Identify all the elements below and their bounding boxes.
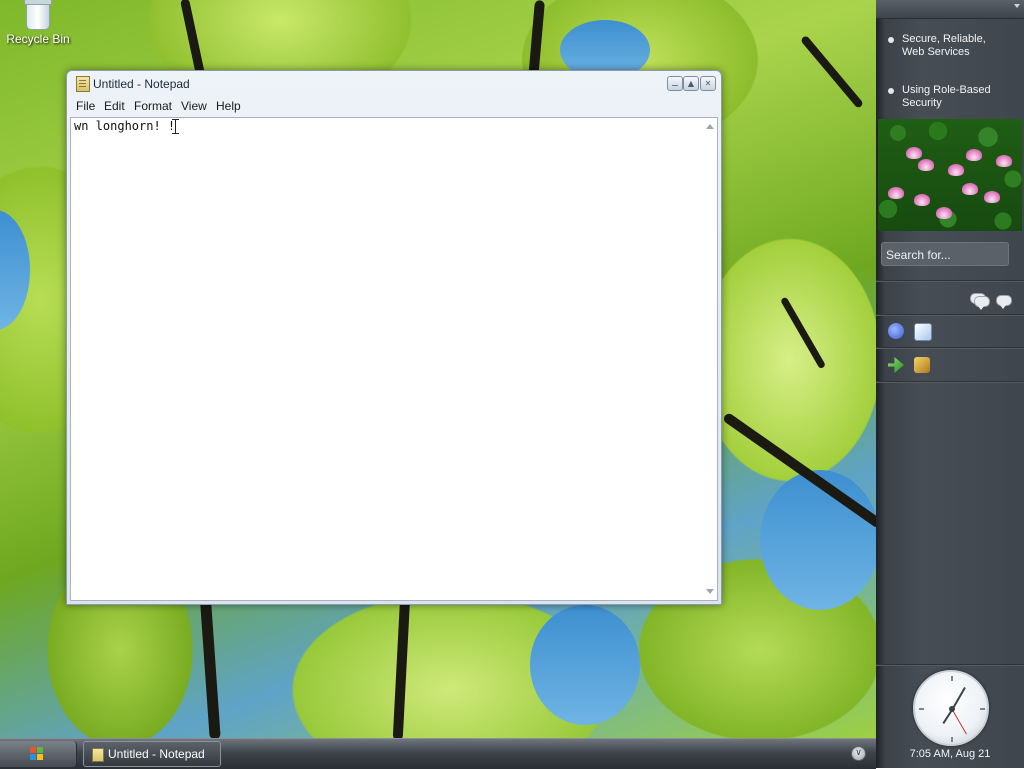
sidebar-header[interactable]: [876, 0, 1024, 19]
divider: [876, 280, 1024, 282]
chat-bubble-icon[interactable]: [996, 295, 1012, 309]
clock-second-hand: [951, 709, 967, 735]
maximize-button[interactable]: ▲: [683, 76, 699, 91]
divider: [876, 381, 1024, 383]
bullet-icon: [888, 37, 894, 43]
menu-edit[interactable]: Edit: [104, 99, 125, 113]
news-item-line: Web Services: [902, 46, 970, 58]
bullet-icon: [888, 88, 894, 94]
clock-label: 7:05 AM, Aug 21: [909, 748, 991, 760]
windows-logo-icon: [30, 747, 44, 761]
taskbar-button-label: Untitled - Notepad: [108, 747, 205, 761]
desktop-icon-label: Recycle Bin: [6, 32, 70, 46]
notepad-window[interactable]: Untitled - Notepad ⚊ ▲ ✕ File Edit Forma…: [66, 70, 722, 605]
news-item[interactable]: Using Role-Based Security: [888, 84, 1012, 110]
start-button[interactable]: [0, 741, 77, 767]
scroll-up-arrow-icon[interactable]: [706, 124, 714, 129]
arrow-icon[interactable]: [888, 357, 904, 373]
menu-file[interactable]: File: [76, 99, 95, 113]
title-bar[interactable]: Untitled - Notepad ⚊ ▲ ✕: [67, 71, 721, 97]
divider: [876, 314, 1024, 316]
news-item-line: Security: [902, 97, 942, 109]
chat-bubble-icon[interactable]: [970, 293, 990, 310]
chevron-down-icon[interactable]: ∨: [851, 746, 866, 761]
editor-content: wn longhorn! !: [74, 119, 176, 133]
close-button[interactable]: ✕: [700, 76, 716, 91]
menu-help[interactable]: Help: [216, 99, 241, 113]
menu-format[interactable]: Format: [134, 99, 172, 113]
news-item-line: Using Role-Based: [902, 84, 991, 96]
taskbar: Untitled - Notepad ∨: [0, 738, 876, 769]
globe-icon[interactable]: [888, 323, 904, 339]
notepad-icon[interactable]: [76, 76, 90, 92]
chevron-down-icon[interactable]: [1014, 4, 1020, 8]
sidebar: Secure, Reliable, Web Services Using Rol…: [876, 0, 1024, 768]
notepad-icon: [92, 748, 104, 762]
analog-clock[interactable]: [913, 670, 989, 746]
news-item-line: Secure, Reliable,: [902, 33, 986, 45]
window-title: Untitled - Notepad: [93, 77, 190, 91]
recycle-bin-icon: [24, 0, 52, 30]
minimize-button[interactable]: ⚊: [667, 76, 683, 91]
text-editor[interactable]: wn longhorn! !: [70, 117, 718, 601]
keys-icon[interactable]: [914, 357, 930, 373]
slideshow-photo[interactable]: [878, 119, 1022, 231]
i-beam-cursor-icon: [172, 119, 179, 135]
scroll-down-arrow-icon[interactable]: [706, 589, 714, 594]
search-input[interactable]: Search for...: [881, 242, 1009, 266]
document-icon[interactable]: [914, 323, 932, 341]
desktop-icon-recycle-bin[interactable]: Recycle Bin: [4, 0, 72, 46]
menu-bar: File Edit Format View Help: [69, 97, 717, 117]
vertical-scrollbar[interactable]: [703, 118, 717, 600]
menu-view[interactable]: View: [181, 99, 207, 113]
divider: [876, 347, 1024, 349]
divider: [876, 664, 1024, 666]
taskbar-button-notepad[interactable]: Untitled - Notepad: [83, 741, 221, 767]
news-item[interactable]: Secure, Reliable, Web Services: [888, 33, 1012, 59]
